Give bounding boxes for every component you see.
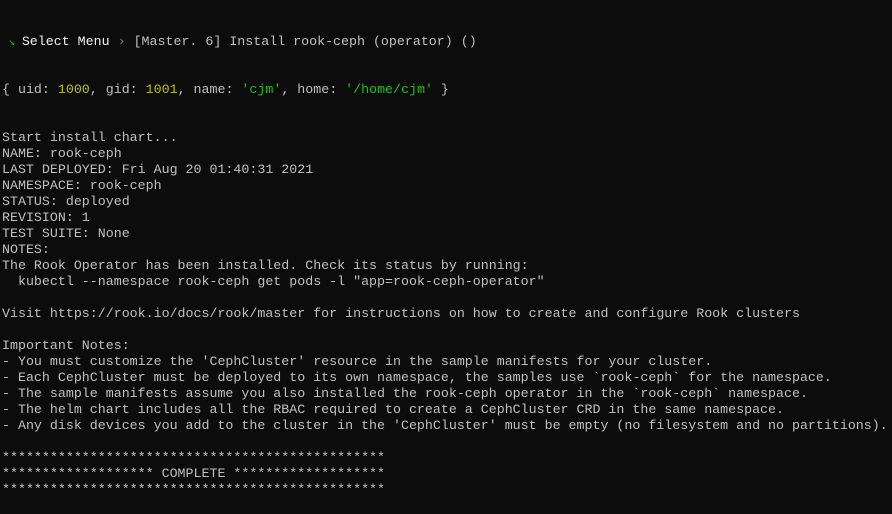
output-line: NAME: rook-ceph [2,146,122,161]
output-line: TEST SUITE: None [2,226,130,241]
brace-close: } [432,82,449,97]
terminal[interactable]: ↘ Select Menu › [Master. 6] Install rook… [0,0,892,514]
output-line: Visit https://rook.io/docs/rook/master f… [2,306,800,321]
output-line: - You must customize the 'CephCluster' r… [2,354,713,369]
output-line: NAMESPACE: rook-ceph [2,178,162,193]
output-line: - Each CephCluster must be deployed to i… [2,370,832,385]
gid-value: 1001 [145,82,178,97]
name-label: , name: [177,82,242,97]
menu-header: ↘ Select Menu › [Master. 6] Install rook… [2,34,892,50]
output-line: The Rook Operator has been installed. Ch… [2,258,529,273]
user-info: { uid: 1000, gid: 1001, name: 'cjm', hom… [2,82,892,98]
breadcrumb: [Master. 6] Install rook-ceph (operator)… [133,34,477,49]
output-line: - The sample manifests assume you also i… [2,386,808,401]
output-line: Important Notes: [2,338,130,353]
output-line: ******************* COMPLETE ***********… [2,466,386,481]
output-line: REVISION: 1 [2,210,90,225]
gid-label: , gid: [89,82,146,97]
green-arrow-icon: ↘ [2,37,22,49]
output-line: LAST DEPLOYED: Fri Aug 20 01:40:31 2021 [2,162,314,177]
output-line: NOTES: [2,242,50,257]
output-line: STATUS: deployed [2,194,130,209]
uid-value: 1000 [57,82,90,97]
output-line: kubectl --namespace rook-ceph get pods -… [2,274,545,289]
home-value: '/home/cjm' [345,82,433,97]
name-value: 'cjm' [241,82,282,97]
output-line: - The helm chart includes all the RBAC r… [2,402,784,417]
output-line: ****************************************… [2,450,386,465]
command-output: Start install chart... NAME: rook-ceph LAS… [2,130,892,498]
output-line: - Any disk devices you add to the cluste… [2,418,888,433]
select-menu-label: Select Menu [21,34,110,49]
brace-open: { uid: [2,82,58,97]
home-label: , home: [281,82,346,97]
output-line: ****************************************… [2,482,386,497]
separator-icon: › [117,34,126,49]
breadcrumb-separator: › [110,34,134,49]
output-line: Start install chart... [2,130,178,145]
